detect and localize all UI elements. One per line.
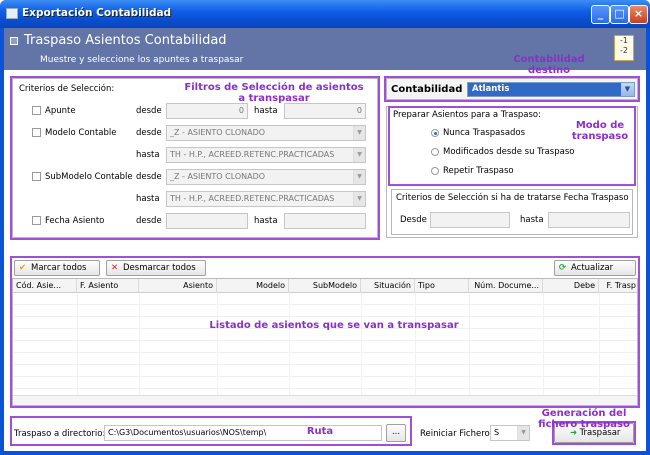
annotation-frame-contabilidad xyxy=(384,76,640,102)
window-client-area: Traspaso Asientos Contabilidad Muestre y… xyxy=(4,28,646,451)
fecha-traspaso-title: Criterios de Selección si ha de tratarse… xyxy=(396,193,629,203)
fecha-traspaso-group: Criterios de Selección si ha de tratarse… xyxy=(391,189,633,235)
annotation-listado: Listado de asientos que se van a transpa… xyxy=(209,320,459,331)
close-button[interactable]: × xyxy=(629,5,648,24)
app-icon xyxy=(6,8,18,19)
annotation-frame-modo xyxy=(388,106,636,186)
annotation-frame-listado xyxy=(10,256,640,408)
annotation-ruta: Ruta xyxy=(306,426,334,437)
page-title: Traspaso Asientos Contabilidad xyxy=(24,33,227,48)
application-window: Exportación Contabilidad _ □ × Traspaso … xyxy=(0,0,650,455)
maximize-button[interactable]: □ xyxy=(610,5,629,24)
collapse-icon[interactable] xyxy=(10,37,18,45)
annotation-contabilidad-destino: Contabilidad destino xyxy=(513,54,585,76)
title-bar[interactable]: Exportación Contabilidad _ □ × xyxy=(0,0,650,28)
fecha-traspaso-desde-field[interactable] xyxy=(430,212,510,228)
page-subtitle: Muestre y seleccione los apuntes a trasp… xyxy=(40,55,244,65)
window-title: Exportación Contabilidad xyxy=(22,7,172,19)
reiniciar-value: S xyxy=(494,428,500,437)
annotation-frame-ruta xyxy=(10,416,412,446)
fecha-traspaso-desde-label: Desde xyxy=(400,215,427,225)
minimize-button[interactable]: _ xyxy=(591,5,610,24)
document-icon: -1 -2 xyxy=(614,35,634,61)
reiniciar-label: Reiniciar Fichero: xyxy=(420,429,493,439)
fecha-traspaso-hasta-field[interactable] xyxy=(548,212,630,228)
annotation-filtros: Filtros de Selección de asientos a trans… xyxy=(184,82,364,104)
annotation-generacion: Generación del fichero traspaso xyxy=(538,408,630,430)
fecha-traspaso-hasta-label: hasta xyxy=(520,215,544,225)
annotation-modo: Modo de transpaso xyxy=(571,120,629,142)
